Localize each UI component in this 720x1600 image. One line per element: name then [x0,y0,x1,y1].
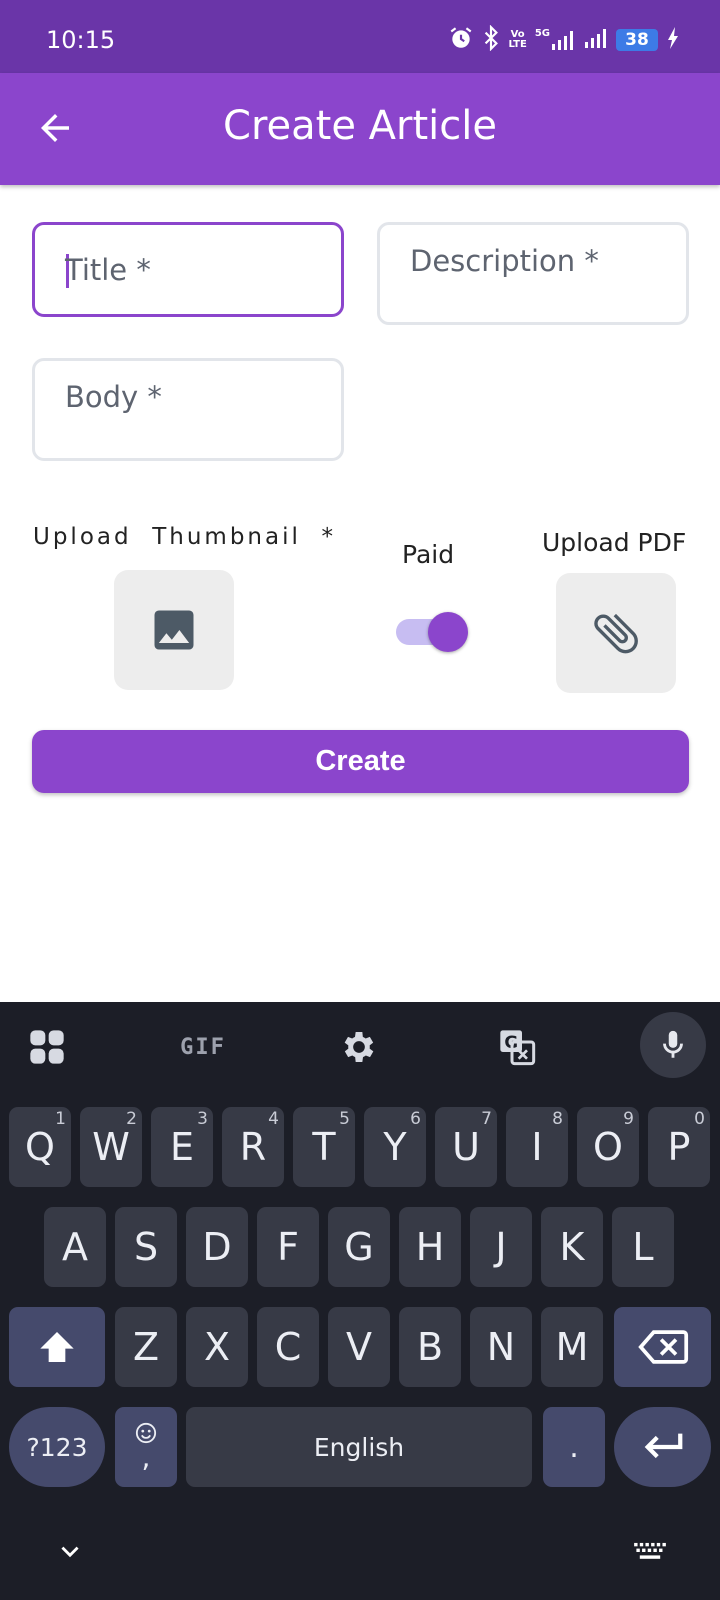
body-field[interactable]: Body * [32,358,344,461]
shift-icon [40,1332,74,1362]
upload-thumbnail-label: Upload Thumbnail * [33,524,336,550]
apps-grid-icon[interactable] [22,1022,72,1072]
volte-icon: Vo LTE [508,29,527,50]
keyboard-switch-icon[interactable] [630,1532,670,1572]
key-h[interactable]: H [399,1207,461,1287]
description-field[interactable]: Description * [377,222,689,325]
key-u[interactable]: U7 [435,1107,497,1187]
status-icons: Vo LTE 5G 38 [448,24,680,56]
image-icon [154,610,194,650]
app-bar: Create Article [0,73,720,185]
paid-toggle-thumb [428,612,468,652]
period-key[interactable]: . [543,1407,605,1487]
signal-5g-icon: 5G [535,28,574,52]
key-i[interactable]: I8 [506,1107,568,1187]
backspace-key[interactable] [614,1307,711,1387]
upload-thumbnail-button[interactable] [114,570,234,690]
upload-pdf-button[interactable] [556,573,676,693]
key-b[interactable]: B [399,1307,461,1387]
upload-pdf-label: Upload PDF [542,528,687,557]
key-m[interactable]: M [541,1307,603,1387]
gif-icon[interactable]: GIF [170,1022,236,1072]
create-button[interactable]: Create [32,730,689,793]
symbols-key[interactable]: ?123 [9,1407,105,1487]
status-bar: 10:15 Vo LTE 5G 38 [0,0,720,73]
status-time: 10:15 [46,26,116,54]
key-p[interactable]: P0 [648,1107,710,1187]
enter-icon [644,1433,682,1459]
keyboard: GIF G Q1 W2 E3 R4 T5 Y6 U7 I8 O9 P0 A S … [0,1002,720,1600]
mic-icon[interactable] [640,1012,706,1078]
key-s[interactable]: S [115,1207,177,1287]
description-placeholder: Description * [410,244,599,278]
battery-icon: 38 [616,29,658,51]
key-n[interactable]: N [470,1307,532,1387]
space-key[interactable]: English [186,1407,532,1487]
key-o[interactable]: O9 [577,1107,639,1187]
settings-icon[interactable] [334,1022,384,1072]
key-w[interactable]: W2 [80,1107,142,1187]
key-k[interactable]: K [541,1207,603,1287]
key-d[interactable]: D [186,1207,248,1287]
title-field[interactable]: Title * [32,222,344,317]
key-z[interactable]: Z [115,1307,177,1387]
key-e[interactable]: E3 [151,1107,213,1187]
key-t[interactable]: T5 [293,1107,355,1187]
bluetooth-icon [482,24,500,56]
hide-keyboard-icon[interactable] [50,1532,90,1572]
key-g[interactable]: G [328,1207,390,1287]
paid-label: Paid [402,540,455,569]
key-f[interactable]: F [257,1207,319,1287]
translate-icon[interactable]: G [492,1022,542,1072]
key-c[interactable]: C [257,1307,319,1387]
enter-key[interactable] [614,1407,711,1487]
signal-icon [582,26,608,55]
backspace-icon [637,1330,688,1364]
title-placeholder: Title * [65,253,151,287]
attachment-icon [594,613,638,654]
key-a[interactable]: A [44,1207,106,1287]
key-x[interactable]: X [186,1307,248,1387]
key-l[interactable]: L [612,1207,674,1287]
key-r[interactable]: R4 [222,1107,284,1187]
alarm-icon [448,25,474,56]
shift-key[interactable] [9,1307,105,1387]
emoji-comma-key[interactable]: , [115,1407,177,1487]
key-v[interactable]: V [328,1307,390,1387]
key-j[interactable]: J [470,1207,532,1287]
key-q[interactable]: Q1 [9,1107,71,1187]
key-y[interactable]: Y6 [364,1107,426,1187]
body-placeholder: Body * [65,380,162,414]
charging-icon [666,26,680,54]
page-title: Create Article [223,103,497,149]
